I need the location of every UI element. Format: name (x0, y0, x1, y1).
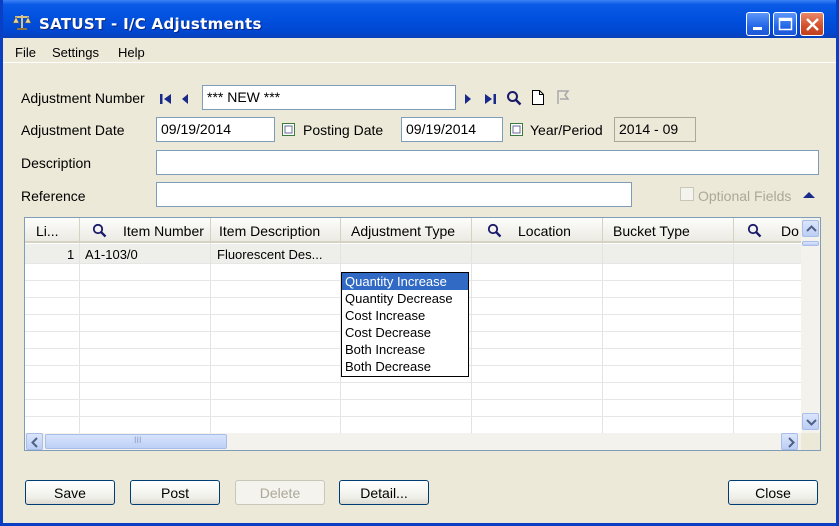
title-bar[interactable]: SATUST - I/C Adjustments (3, 0, 836, 38)
grid-header: Li... Item Number Item Description Adjus… (25, 218, 820, 243)
cell-item-description[interactable]: Fluorescent Des... (217, 247, 323, 262)
col-bucket-type-label: Bucket Type (613, 223, 690, 239)
adjustment-date-field[interactable]: 09/19/2014 (156, 117, 275, 142)
option-both-decrease[interactable]: Both Decrease (342, 358, 468, 375)
previous-record-icon[interactable] (180, 93, 190, 105)
scale-icon (12, 15, 32, 30)
scroll-grip: III (134, 435, 142, 445)
option-cost-increase[interactable]: Cost Increase (342, 307, 468, 324)
new-document-icon[interactable] (531, 89, 545, 106)
year-period-field: 2014 - 09 (614, 117, 696, 142)
grid-line (79, 243, 80, 433)
col-location-label: Location (518, 223, 571, 239)
col-item-number[interactable]: Item Number (80, 218, 211, 243)
col-adjustment-type-label: Adjustment Type (351, 223, 456, 239)
detail-button[interactable]: Detail... (339, 480, 429, 505)
menu-settings[interactable]: Settings (52, 45, 99, 60)
chevron-down-icon (806, 419, 817, 426)
cell-item-number[interactable]: A1-103/0 (85, 247, 138, 262)
adjustment-number-field[interactable]: *** NEW *** (202, 85, 456, 110)
close-icon (806, 18, 819, 31)
grid-line (210, 243, 211, 433)
posting-calendar-icon[interactable] (510, 123, 523, 136)
col-bucket-type[interactable]: Bucket Type (603, 218, 734, 243)
adjustment-type-dropdown[interactable]: Quantity Increase Quantity Decrease Cost… (341, 272, 469, 377)
scroll-down-button[interactable] (802, 413, 819, 430)
cell-line[interactable]: 1 (67, 247, 74, 262)
grid-line (25, 263, 801, 264)
col-do[interactable]: Do (734, 218, 801, 243)
maximize-icon (778, 17, 793, 31)
posting-date-field[interactable]: 09/19/2014 (401, 117, 503, 142)
scroll-up-button[interactable] (802, 220, 819, 237)
reference-label: Reference (21, 188, 86, 204)
grid-line (25, 416, 801, 417)
window: SATUST - I/C Adjustments File Settings H… (0, 0, 839, 526)
close-window-button[interactable] (800, 12, 824, 36)
collapse-arrow-icon[interactable] (802, 190, 816, 200)
adjustment-date-label: Adjustment Date (21, 122, 125, 138)
col-line-label: Li... (36, 223, 59, 239)
chevron-right-icon (788, 437, 795, 448)
table-row-selected[interactable] (25, 244, 801, 263)
option-both-increase[interactable]: Both Increase (342, 341, 468, 358)
next-record-icon[interactable] (463, 93, 473, 105)
last-record-icon[interactable] (483, 93, 497, 105)
optional-fields-checkbox[interactable] (680, 187, 694, 201)
scroll-corner (801, 433, 820, 450)
horizontal-scrollbar[interactable]: III (25, 433, 801, 450)
col-item-description[interactable]: Item Description (211, 218, 341, 243)
calendar-icon[interactable] (282, 123, 295, 136)
menu-help[interactable]: Help (118, 45, 145, 60)
delete-button[interactable]: Delete (235, 480, 325, 505)
scroll-left-button[interactable] (26, 433, 43, 450)
item-search-icon[interactable] (92, 223, 107, 238)
close-button[interactable]: Close (728, 480, 818, 505)
post-button[interactable]: Post (130, 480, 220, 505)
scroll-right-button[interactable] (781, 433, 798, 450)
col-do-label: Do (781, 223, 799, 239)
posting-date-label: Posting Date (303, 122, 384, 138)
minimize-icon (753, 27, 762, 30)
option-cost-decrease[interactable]: Cost Decrease (342, 324, 468, 341)
grid-line (25, 399, 801, 400)
grid-line (733, 243, 734, 433)
col-location[interactable]: Location (472, 218, 603, 243)
description-label: Description (21, 155, 92, 171)
adjustment-number-label: Adjustment Number (21, 90, 145, 106)
vertical-scrollbar[interactable] (801, 218, 820, 433)
col-line[interactable]: Li... (25, 218, 80, 243)
window-title: SATUST - I/C Adjustments (39, 15, 262, 33)
grid-line (602, 243, 603, 433)
col-adjustment-type[interactable]: Adjustment Type (341, 218, 472, 243)
menu-bar: File Settings Help (3, 41, 836, 63)
maximize-button[interactable] (773, 12, 797, 36)
col-item-number-label: Item Number (123, 223, 204, 239)
save-button[interactable]: Save (25, 480, 115, 505)
drilldown-icon[interactable] (556, 89, 570, 106)
chevron-left-icon (31, 437, 38, 448)
option-quantity-decrease[interactable]: Quantity Decrease (342, 290, 468, 307)
optional-fields-label: Optional Fields (698, 188, 792, 204)
col-item-description-label: Item Description (219, 223, 321, 239)
grid-line (25, 382, 801, 383)
finder-search-icon[interactable] (506, 90, 522, 106)
grid-line (471, 243, 472, 433)
do-search-icon[interactable] (747, 223, 762, 238)
horizontal-scroll-thumb[interactable]: III (45, 434, 227, 449)
location-search-icon[interactable] (487, 223, 502, 238)
reference-field[interactable] (156, 182, 632, 207)
minimize-button[interactable] (746, 12, 770, 36)
vertical-scroll-thumb[interactable] (802, 241, 819, 246)
chevron-up-icon (806, 225, 817, 232)
description-field[interactable] (156, 150, 819, 175)
first-record-icon[interactable] (159, 93, 173, 105)
year-period-label: Year/Period (530, 122, 603, 138)
option-quantity-increase[interactable]: Quantity Increase (342, 273, 468, 290)
menu-file[interactable]: File (15, 45, 36, 60)
